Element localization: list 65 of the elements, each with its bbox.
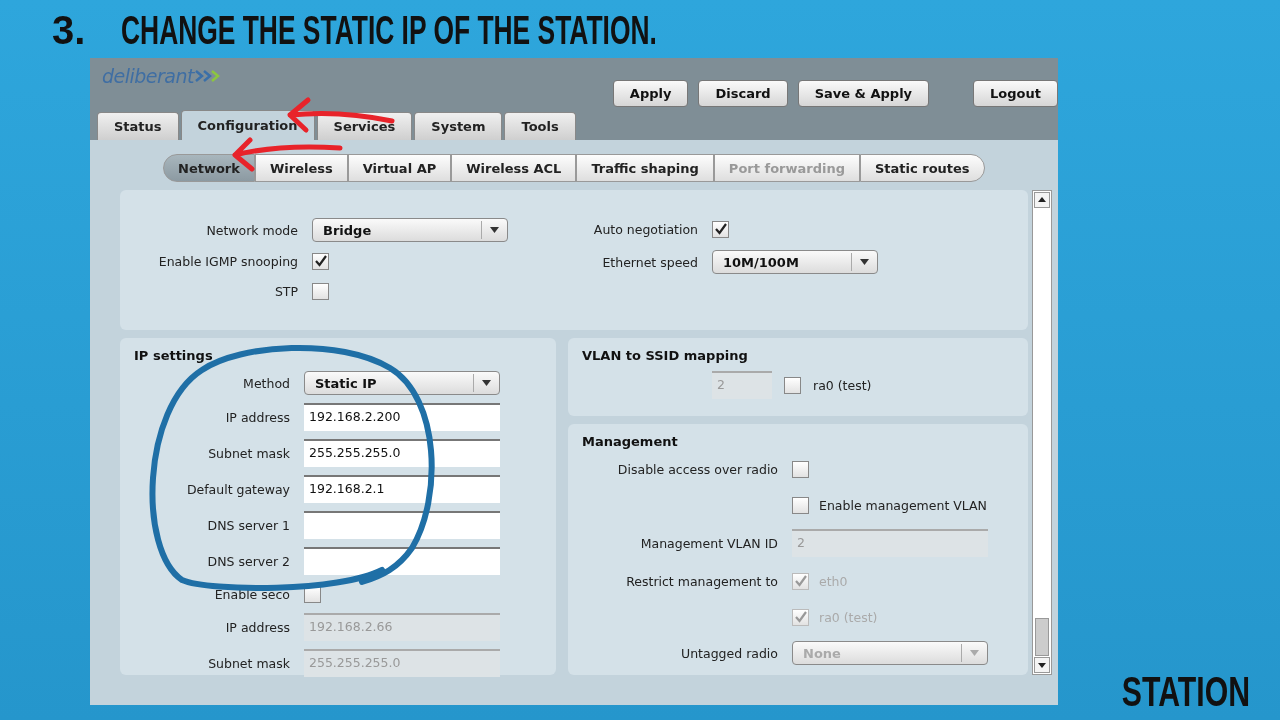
checkbox[interactable] — [312, 282, 329, 300]
dropdown[interactable]: Bridge — [312, 218, 508, 242]
scroll-down-button[interactable] — [1034, 657, 1050, 673]
subtab[interactable]: Static routes — [860, 154, 985, 182]
field-label: Disable access over radio — [616, 461, 778, 477]
subtab[interactable]: Wireless ACL — [451, 154, 577, 182]
field-label: Ethernet speed — [601, 254, 698, 270]
checkbox[interactable] — [792, 460, 809, 478]
action-button[interactable]: Apply — [612, 80, 689, 107]
field-label: IP address — [224, 619, 290, 635]
input-field[interactable]: 192.168.2.1 — [304, 475, 500, 503]
dropdown[interactable]: 10M/100M — [712, 250, 878, 274]
field-label: Restrict management to — [625, 573, 778, 589]
section-title: VLAN to SSID mapping — [582, 348, 749, 363]
scrollbar-thumb[interactable] — [1035, 618, 1049, 656]
field-label: Enable IGMP snooping — [157, 253, 298, 269]
scrollbar[interactable] — [1032, 190, 1052, 675]
channel-label: STATION — [1121, 668, 1250, 716]
checkbox[interactable] — [712, 220, 729, 238]
subtab[interactable]: Wireless — [254, 154, 348, 182]
input-field[interactable] — [304, 547, 500, 575]
action-button[interactable]: Discard — [698, 80, 788, 107]
field-label: Auto negotiation — [592, 221, 698, 237]
checkbox[interactable] — [312, 252, 329, 270]
caret-icon — [970, 650, 979, 656]
subtab[interactable]: Network — [163, 154, 255, 182]
tab[interactable]: Status — [97, 112, 179, 140]
field-label: DNS server 2 — [206, 553, 290, 569]
field-label: STP — [273, 283, 298, 299]
step-title: CHANGE THE STATIC IP OF THE STATION. — [121, 8, 658, 53]
checkbox-label: eth0 — [819, 573, 848, 589]
input-field[interactable] — [304, 511, 500, 539]
checkbox-label: ra0 (test) — [819, 609, 878, 625]
tab[interactable]: Tools — [504, 112, 576, 140]
input-field[interactable]: 192.168.2.200 — [304, 403, 500, 431]
field-label: Method — [242, 375, 290, 391]
checkbox-label: Enable management VLAN — [819, 497, 987, 513]
field-label: Untagged radio — [680, 645, 778, 661]
subtab[interactable]: Traffic shaping — [576, 154, 714, 182]
section-title: IP settings — [134, 348, 214, 363]
tab[interactable]: Configuration — [180, 110, 315, 140]
tab[interactable]: System — [414, 112, 503, 140]
field-label: IP address — [224, 409, 290, 425]
field-label: DNS server 1 — [206, 517, 290, 533]
field-label: Default gateway — [185, 481, 290, 497]
subtab[interactable]: Virtual AP — [347, 154, 452, 182]
field-label: Network mode — [205, 222, 298, 238]
checkbox[interactable] — [784, 376, 801, 394]
action-button[interactable]: Logout — [973, 80, 1058, 107]
step-number: 3. — [52, 8, 86, 53]
field-label: Subnet mask — [207, 445, 290, 461]
caret-icon — [490, 227, 499, 233]
input-field[interactable]: 255.255.255.0 — [304, 439, 500, 467]
caret-icon — [860, 259, 869, 265]
section-title: Management — [582, 434, 679, 449]
caret-icon — [482, 380, 491, 386]
dropdown[interactable]: Static IP — [304, 371, 500, 395]
scroll-up-button[interactable] — [1034, 192, 1050, 208]
field-label: Management VLAN ID — [639, 535, 778, 551]
logo: deliberant — [102, 65, 194, 87]
checkbox-label: ra0 (test) — [813, 377, 872, 393]
checkbox[interactable] — [792, 496, 809, 514]
field-label: Enable seco — [213, 586, 290, 602]
action-button[interactable]: Save & Apply — [797, 80, 930, 107]
field-label: Subnet mask — [207, 655, 290, 671]
